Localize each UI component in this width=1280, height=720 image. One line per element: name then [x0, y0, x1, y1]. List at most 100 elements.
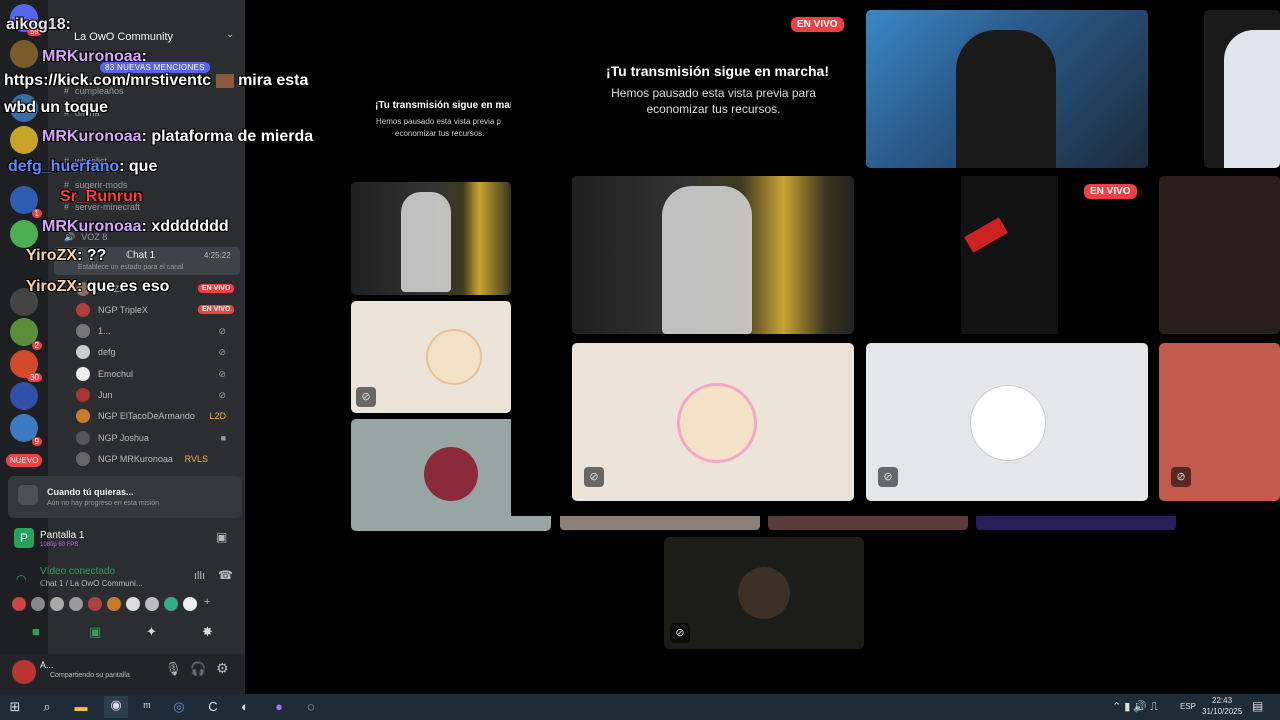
chat-line: wbd un toque	[4, 99, 108, 116]
avatar[interactable]	[12, 660, 36, 684]
person-figure	[956, 30, 1056, 168]
live-badge: EN VIVO	[1084, 184, 1137, 199]
avatar	[76, 452, 90, 466]
server-icon[interactable]: 30	[10, 350, 42, 382]
microphone-icon[interactable]: 🎙	[165, 661, 182, 677]
avatar	[76, 388, 90, 402]
quest-icon	[18, 485, 38, 505]
muted-mic-icon: ⊘	[356, 387, 376, 407]
voice-user[interactable]: Emochul ⊘	[76, 366, 236, 384]
avatar	[88, 597, 102, 611]
new-badge: NUEVO	[6, 454, 43, 467]
headphones-icon[interactable]: 🎧	[190, 661, 206, 677]
video-tile-strip	[976, 516, 1176, 530]
muted-mic-icon: ⊘	[218, 347, 226, 357]
server-badge: 1	[31, 209, 42, 218]
chat-line: MRKuronoaa:	[42, 48, 147, 65]
app-icon[interactable]: ◐	[236, 698, 254, 716]
language-indicator[interactable]: ESP	[1180, 702, 1196, 711]
screen-share-toggle-icon[interactable]: ▣	[89, 624, 101, 640]
avatar	[69, 597, 83, 611]
server-icon[interactable]	[10, 382, 38, 410]
video-tile[interactable]	[572, 176, 854, 334]
voice-user[interactable]: NGP TripleX EN VIVO	[76, 302, 236, 320]
server-icon[interactable]: 2	[10, 318, 42, 350]
voice-timer: 4:25:22	[204, 251, 231, 260]
voice-user[interactable]: NGP ElTacoDeArmando L2D	[76, 408, 236, 426]
signal-icon: ◠	[16, 572, 27, 586]
video-tile[interactable]	[1204, 10, 1280, 168]
voice-user[interactable]: defg ⊘	[76, 344, 236, 362]
server-header[interactable]: La OwO Community ⌄	[48, 26, 245, 50]
noise-suppression-icon[interactable]: ıllı	[194, 570, 205, 582]
add-icon[interactable]: +	[204, 596, 210, 608]
camera-icon[interactable]: ■	[32, 624, 40, 639]
video-tile[interactable]: ⊘	[1159, 343, 1280, 501]
file-explorer-icon[interactable]: ▬	[72, 698, 90, 716]
server-icon[interactable]	[10, 220, 38, 248]
voice-user[interactable]: NGP MRKuronoaa RVLS	[76, 451, 236, 469]
notifications-icon[interactable]: ▤	[1252, 699, 1263, 713]
screen-share-icon: P	[14, 528, 34, 548]
muted-mic-icon: ⊘	[670, 623, 690, 643]
app-icon[interactable]: ᵐ	[138, 698, 156, 716]
video-frame	[961, 176, 1058, 334]
video-tile[interactable]	[351, 182, 511, 295]
video-tile[interactable]: ⊘	[664, 537, 864, 649]
avatar	[50, 597, 64, 611]
avatar	[76, 324, 90, 338]
voice-user[interactable]: NGP Joshua ■	[76, 430, 236, 448]
chevron-down-icon[interactable]: ⌄	[226, 29, 234, 40]
app-icon[interactable]: C	[204, 698, 222, 716]
server-icon[interactable]	[10, 126, 38, 154]
app-icon[interactable]: ◌	[302, 698, 320, 716]
video-tile[interactable]: ⊘	[351, 301, 511, 413]
clock-time[interactable]: 22:43	[1212, 696, 1232, 705]
video-tile[interactable]: EN VIVO	[866, 176, 1148, 334]
person-figure	[1224, 30, 1280, 168]
user-status: Compartiendo su pantalla	[50, 672, 130, 679]
video-tile[interactable]: ⊘	[572, 343, 854, 501]
server-icon[interactable]	[10, 40, 38, 68]
paused-body: Hemos pausado esta vista previa para eco…	[611, 86, 816, 116]
chat-line: MRKuronoaa: plataforma de mierda	[42, 128, 314, 145]
obs-icon[interactable]: ●	[270, 698, 288, 716]
user-tag: RVLS	[184, 454, 208, 464]
settings-gear-icon[interactable]: ⚙	[216, 660, 229, 677]
search-icon[interactable]: ⌕	[38, 698, 56, 716]
stop-share-icon[interactable]: ▣	[216, 530, 227, 544]
muted-mic-icon: ⊘	[218, 390, 226, 400]
avatar	[76, 367, 90, 381]
tray-icons[interactable]: ⌃ ▮ 🔊 ⎍	[1112, 700, 1158, 714]
voice-status: Vídeo conectado	[40, 566, 116, 577]
voice-user[interactable]: 1... ⊘	[76, 323, 236, 341]
voice-user[interactable]: Jun ⊘	[76, 387, 236, 405]
avatar	[107, 597, 121, 611]
video-tile[interactable]	[1159, 176, 1280, 334]
live-badge: EN VIVO	[198, 284, 235, 293]
discord-icon[interactable]: ◎	[170, 698, 188, 716]
activities-icon[interactable]: ✦	[146, 624, 157, 640]
avatar	[76, 345, 90, 359]
quest-title: Cuando tú quieras...	[47, 487, 134, 497]
screen-share-title: Pantalla 1	[40, 530, 85, 541]
set-status-prompt[interactable]: Establece un estado para el canal	[78, 264, 183, 271]
clock-date[interactable]: 31/10/2025	[1202, 707, 1242, 716]
chat-line: https://kick.com/mrstiventc mira esta	[4, 72, 309, 89]
muted-mic-icon: ⊘	[218, 326, 226, 336]
paused-body-small: economizar tus recursos.	[395, 129, 485, 138]
voice-participants: +	[12, 596, 212, 612]
soundboard-icon[interactable]: ✸	[202, 624, 213, 640]
server-icon[interactable]: 1	[10, 186, 42, 218]
quest-card[interactable]: Cuando tú quieras... Aún no hay progreso…	[8, 476, 242, 518]
user-tag: L2D	[209, 411, 226, 421]
avatar	[738, 567, 790, 619]
voice-channel-link[interactable]: ℂhat 1 / La OwO Communi...	[40, 579, 143, 588]
disconnect-icon[interactable]: ☎	[218, 568, 233, 582]
video-tile[interactable]	[866, 10, 1148, 168]
server-icon[interactable]: 9	[10, 414, 42, 446]
paused-title: ¡Tu transmisión sigue en marcha!	[606, 63, 830, 79]
windows-start-icon[interactable]: ⊞	[6, 698, 24, 716]
video-tile[interactable]: ⊘	[866, 343, 1148, 501]
browser-icon[interactable]: ◉	[104, 696, 128, 718]
